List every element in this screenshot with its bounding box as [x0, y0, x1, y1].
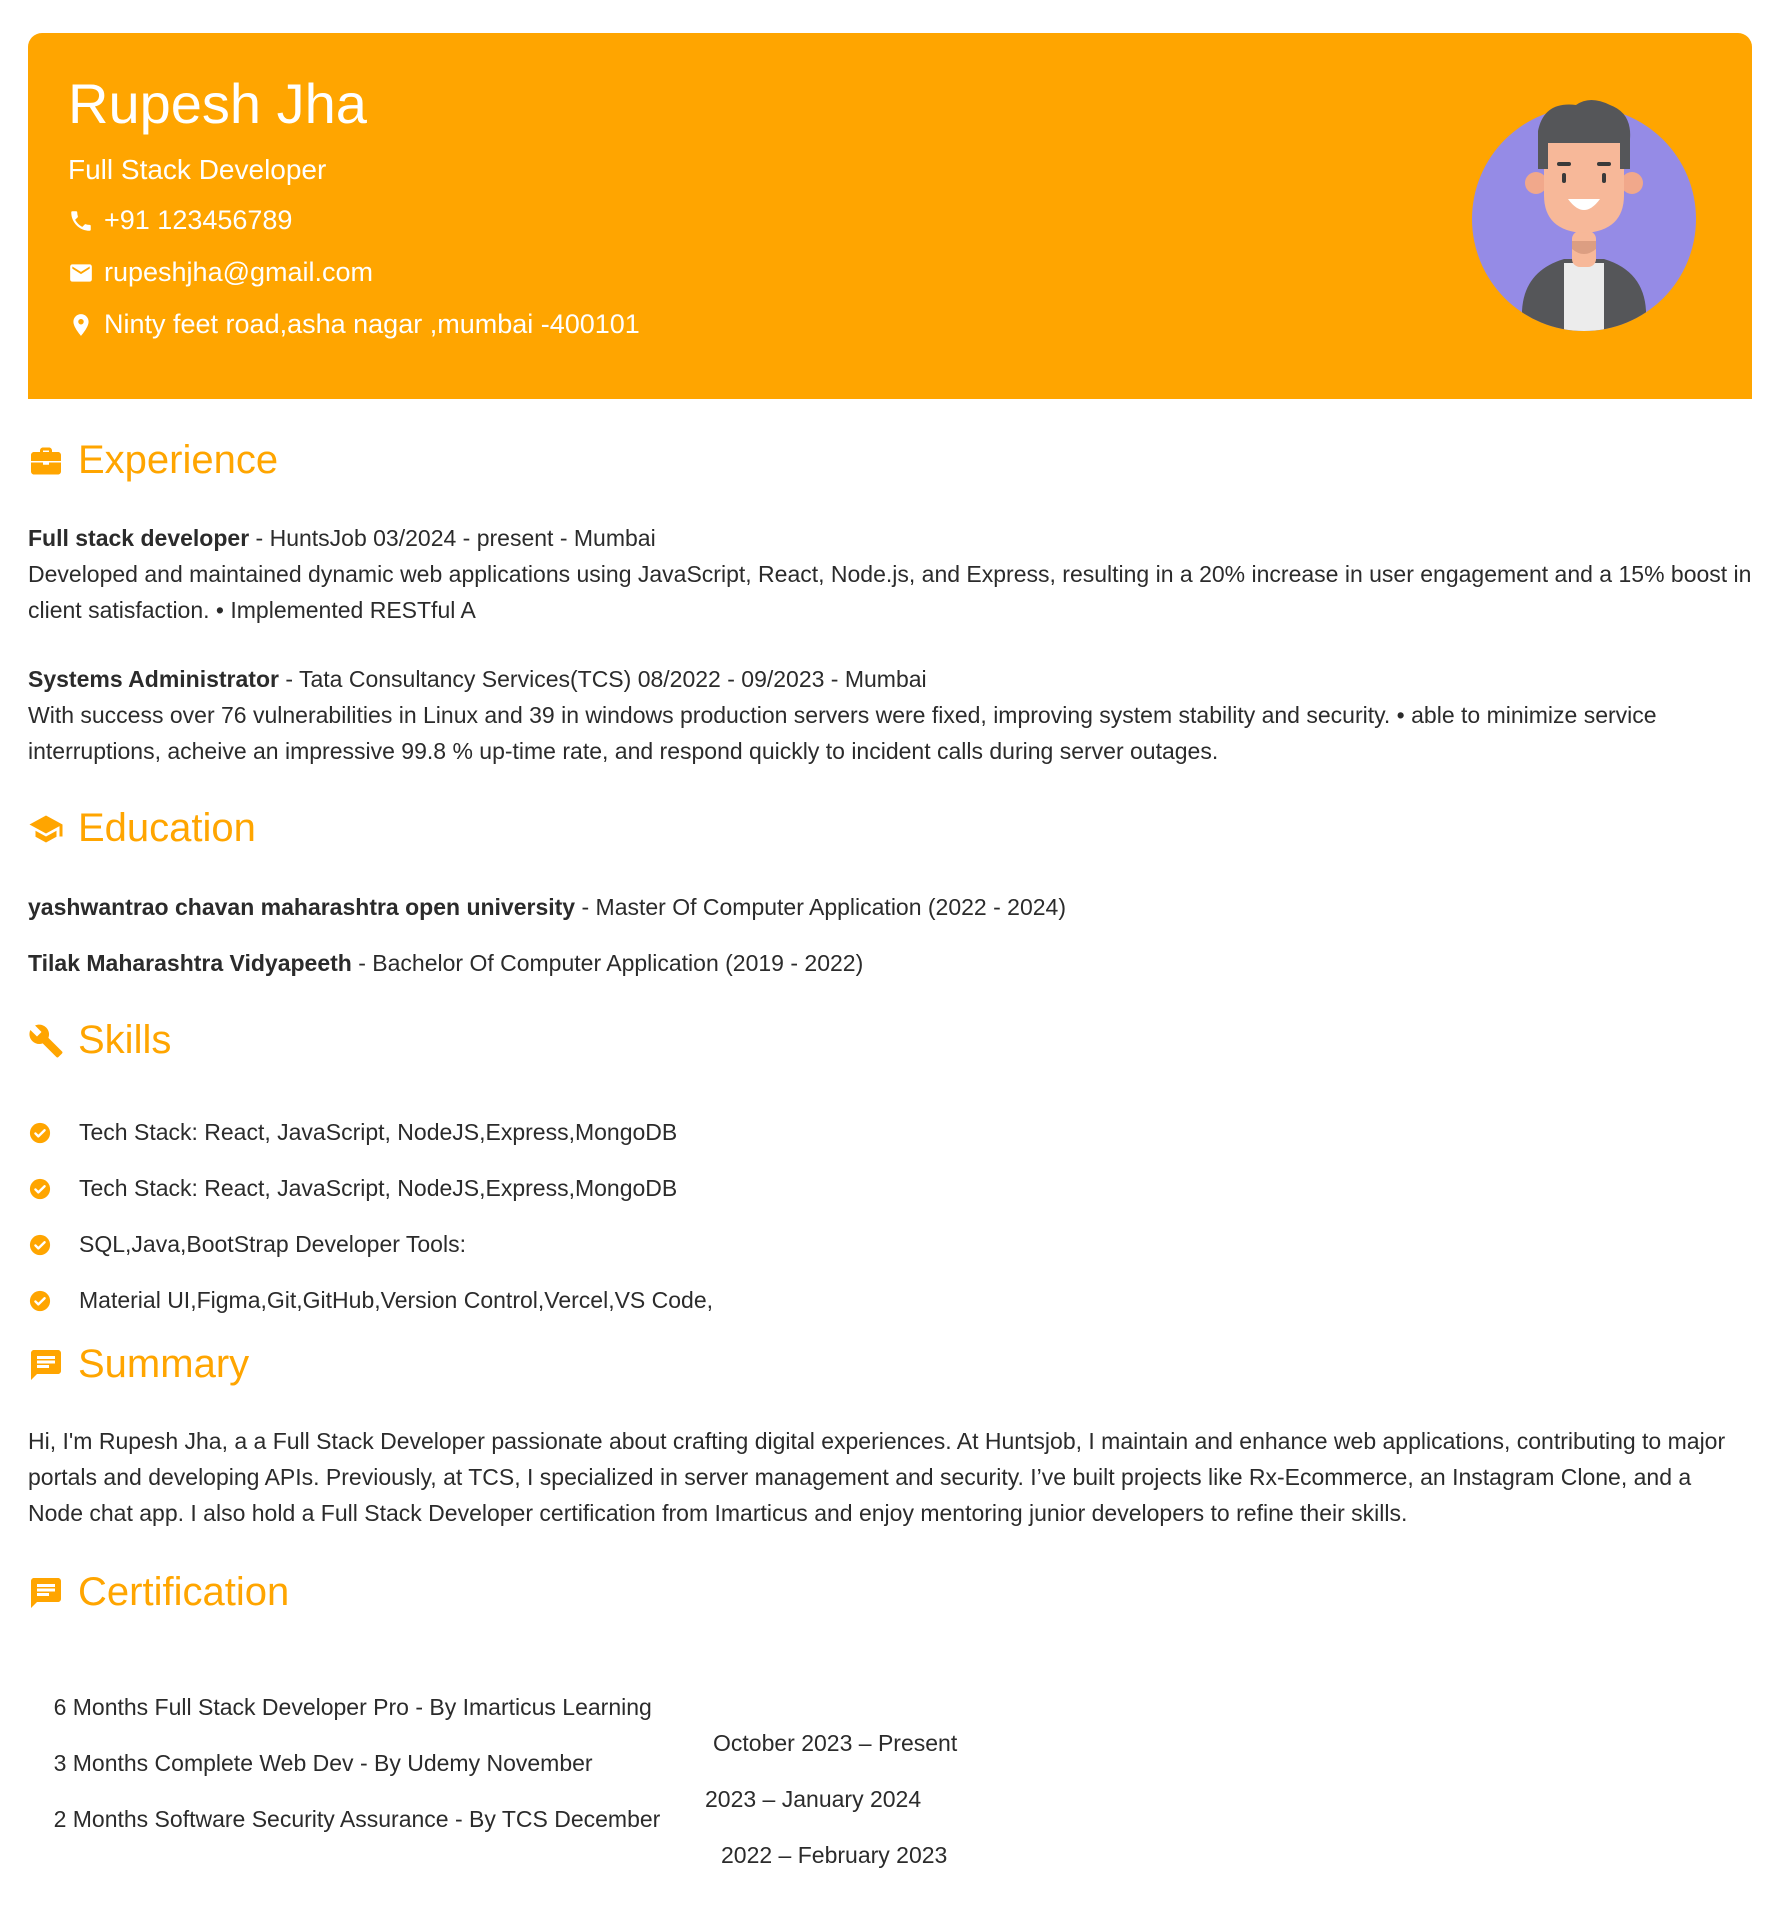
summary-heading: Summary [28, 1342, 249, 1387]
phone-text: +91 123456789 [104, 205, 293, 235]
job-role: Full stack developer [28, 525, 250, 551]
mail-icon [70, 263, 92, 282]
avatar [1472, 100, 1696, 331]
skill-text: Material UI,Figma,Git,GitHub,Version Con… [79, 1287, 714, 1313]
resume: Rupesh Jha Full Stack Developer +91 1234… [28, 33, 1752, 1868]
email-link[interactable]: rupeshjha@gmail.com [104, 257, 373, 288]
phone-icon [71, 210, 91, 231]
address-text: Ninty feet road,asha nagar ,mumbai -4001… [104, 309, 640, 339]
education-item: Tilak Maharashtra Vidyapeeth - Bachelor … [28, 945, 1752, 981]
skill-text: SQL,Java,BootStrap Developer Tools: [79, 1231, 466, 1257]
certification-item: 2 Months Software Security Assurance - B… [28, 1765, 1752, 1909]
job-description: Developed and maintained dynamic web app… [28, 561, 1752, 623]
job-role: Systems Administrator [28, 666, 279, 692]
job-header: Full stack developer - HuntsJob 03/2024 … [28, 520, 1752, 556]
location-pin-icon [73, 313, 89, 336]
wrench-icon [29, 1024, 63, 1057]
contact-address: Ninty feet road,asha nagar ,mumbai -4001… [68, 309, 640, 340]
certification-title: Certification [78, 1570, 290, 1614]
skill-text: Tech Stack: React, JavaScript, NodeJS,Ex… [79, 1119, 678, 1145]
check-circle-icon [29, 1234, 51, 1255]
candidate-name: Rupesh Jha [68, 72, 367, 135]
summary-title: Summary [78, 1342, 250, 1386]
skill-item: Material UI,Figma,Git,GitHub,Version Con… [28, 1287, 1752, 1314]
education-title: Education [78, 806, 256, 850]
contact-phone: +91 123456789 [68, 205, 292, 236]
candidate-title: Full Stack Developer [68, 154, 327, 185]
skills-heading: Skills [28, 1018, 171, 1063]
experience-title: Experience [78, 438, 279, 482]
job-meta: - Tata Consultancy Services(TCS) 08/2022… [278, 666, 927, 692]
resume-header: Rupesh Jha Full Stack Developer +91 1234… [28, 33, 1752, 399]
certification-name: 2 Months Software Security Assurance - B… [53, 1806, 661, 1832]
job-header: Systems Administrator - Tata Consultancy… [28, 661, 1752, 697]
skill-text: Tech Stack: React, JavaScript, NodeJS,Ex… [79, 1175, 678, 1201]
certification-heading: Certification [28, 1570, 289, 1615]
education-item: yashwantrao chavan maharashtra open univ… [28, 889, 1752, 925]
briefcase-icon [31, 447, 61, 474]
skills-title: Skills [78, 1018, 172, 1062]
skill-item: Tech Stack: React, JavaScript, NodeJS,Ex… [28, 1119, 1752, 1146]
skill-item: Tech Stack: React, JavaScript, NodeJS,Ex… [28, 1175, 1752, 1202]
contact-email: rupeshjha@gmail.com [68, 257, 373, 288]
degree-detail: - Bachelor Of Computer Application (2019… [351, 950, 864, 976]
chat-bubble-icon [31, 1349, 61, 1380]
job-description: With success over 76 vulnerabilities in … [28, 702, 1657, 764]
education-heading: Education [28, 806, 256, 851]
skill-item: SQL,Java,BootStrap Developer Tools: [28, 1231, 1752, 1258]
degree-detail: - Master Of Computer Application (2022 -… [575, 894, 1066, 920]
job-meta: - HuntsJob 03/2024 - present - Mumbai [249, 525, 656, 551]
school-name: yashwantrao chavan maharashtra open univ… [28, 894, 576, 920]
check-circle-icon [29, 1122, 51, 1143]
check-circle-icon [29, 1290, 51, 1311]
certification-date: 2022 – February 2023 [721, 1842, 948, 1868]
summary-text: Hi, I'm Rupesh Jha, a a Full Stack Devel… [28, 1428, 1726, 1526]
check-circle-icon [29, 1178, 51, 1199]
chat-bubble-icon [31, 1577, 61, 1608]
school-name: Tilak Maharashtra Vidyapeeth [28, 950, 352, 976]
graduation-cap-icon [29, 815, 63, 842]
experience-heading: Experience [28, 438, 278, 483]
